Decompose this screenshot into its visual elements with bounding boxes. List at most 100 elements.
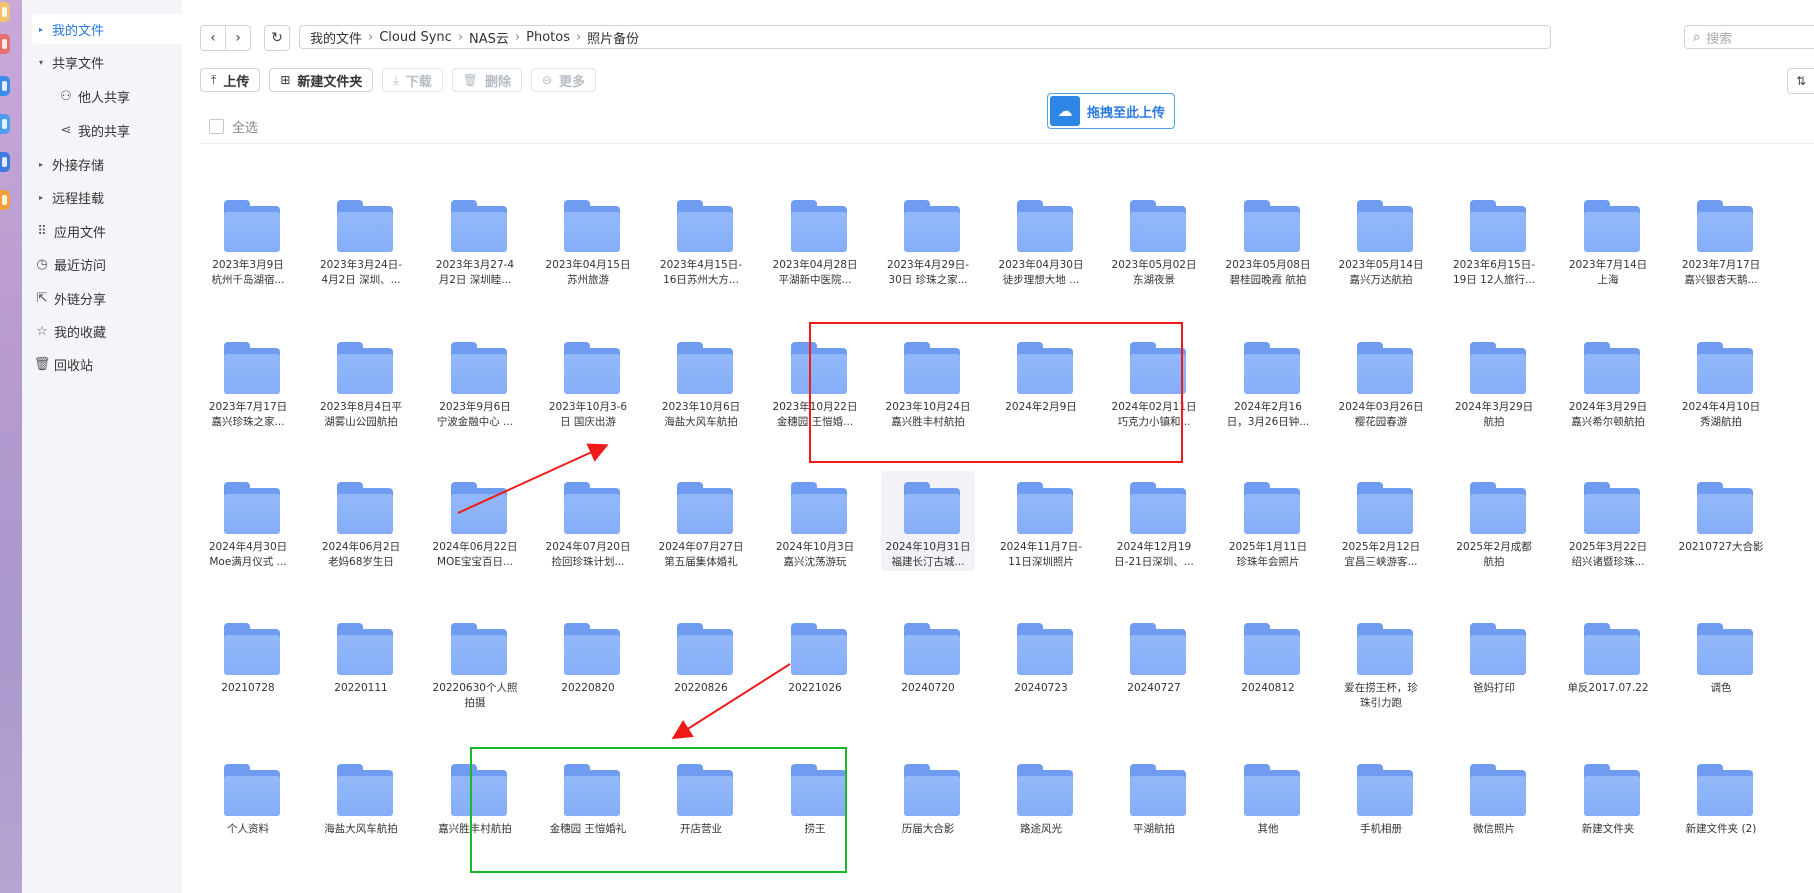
- folder-item[interactable]: 2024年4月10日 秀湖航拍: [1674, 331, 1768, 431]
- folder-item[interactable]: 2023年7月17日 嘉兴银杏天鹅...: [1674, 189, 1768, 289]
- folder-item[interactable]: 2025年1月11日 珍珠年会照片: [1221, 471, 1315, 571]
- folder-item[interactable]: 2025年2月12日 宜昌三峡游客...: [1334, 471, 1428, 571]
- folder-item[interactable]: 2023年04月28日 平湖新中医院...: [768, 189, 862, 289]
- folder-icon: [904, 200, 960, 252]
- folder-item[interactable]: 20220111: [314, 612, 408, 712]
- folder-item[interactable]: 爱在捞王杯，珍 珠引力跑: [1334, 612, 1428, 712]
- folder-item[interactable]: 2024年12月19 日-21日深圳、...: [1107, 471, 1201, 571]
- sidebar-item-label: 我的收藏: [54, 325, 107, 341]
- sidebar-item[interactable]: ▾ 共享文件: [32, 47, 196, 77]
- folder-item[interactable]: 平湖航拍: [1107, 753, 1201, 853]
- folder-item[interactable]: 2025年2月成都 航拍: [1447, 471, 1541, 571]
- folder-item[interactable]: 路途风光: [994, 753, 1088, 853]
- folder-item[interactable]: 20240723: [994, 612, 1088, 712]
- folder-item[interactable]: 2024年3月29日 嘉兴希尔顿航拍: [1561, 331, 1655, 431]
- sidebar-item[interactable]: ◷ 最近访问: [32, 249, 196, 279]
- folder-item[interactable]: 2023年3月27-4 月2日 深圳睦...: [428, 189, 522, 289]
- folder-icon: [451, 482, 507, 534]
- folder-item[interactable]: 2023年4月15日- 16日苏州大方...: [654, 189, 748, 289]
- folder-item[interactable]: 2023年7月14日 上海: [1561, 189, 1655, 289]
- dock-app-icon[interactable]: [0, 34, 10, 54]
- folder-name: 2023年4月29日- 30日 珍珠之家...: [886, 259, 970, 286]
- folder-name: 2023年7月14日 上海: [1568, 259, 1648, 286]
- folder-item[interactable]: 海盐大风车航拍: [314, 753, 408, 853]
- folder-name: 2024年10月31日 福建长汀古城...: [885, 541, 971, 568]
- folder-item[interactable]: 爸妈打印: [1447, 612, 1541, 712]
- folder-name: 2024年3月29日 嘉兴希尔顿航拍: [1568, 401, 1648, 428]
- folder-item[interactable]: 2023年8月4日平 湖雾山公园航拍: [314, 331, 408, 431]
- dock-app-icon[interactable]: [0, 114, 10, 134]
- folder-item[interactable]: 其他: [1221, 753, 1315, 853]
- sidebar-item[interactable]: ⇱ 外链分享: [32, 283, 196, 313]
- folder-item[interactable]: 2023年4月29日- 30日 珍珠之家...: [881, 189, 975, 289]
- folder-item[interactable]: 2023年7月17日 嘉兴珍珠之家...: [201, 331, 295, 431]
- folder-item[interactable]: 20240812: [1221, 612, 1315, 712]
- folder-icon: [224, 342, 280, 394]
- folder-name: 2023年3月24日- 4月2日 深圳、...: [319, 259, 403, 286]
- folder-item[interactable]: 2023年9月6日 宁波金融中心 ...: [428, 331, 522, 431]
- folder-item[interactable]: 20210727大合影: [1674, 471, 1768, 571]
- folder-name: 20220820: [561, 682, 615, 694]
- folder-item[interactable]: 20220826: [654, 612, 748, 712]
- folder-item[interactable]: 20240727: [1107, 612, 1201, 712]
- dock-app-icon[interactable]: [0, 152, 10, 172]
- dock-app-icon[interactable]: [0, 76, 10, 96]
- folder-item[interactable]: 2023年04月15日 苏州旅游: [541, 189, 635, 289]
- folder-item[interactable]: 2024年3月29日 航拍: [1447, 331, 1541, 431]
- star-icon: ☆: [36, 323, 48, 339]
- folder-name: 微信照片: [1473, 823, 1515, 835]
- desktop-dock: [0, 0, 22, 893]
- sidebar-item[interactable]: ⠿ 应用文件: [32, 216, 196, 246]
- folder-item[interactable]: 2025年3月22日 绍兴诸暨珍珠...: [1561, 471, 1655, 571]
- folder-icon: [1584, 342, 1640, 394]
- folder-item[interactable]: 手机相册: [1334, 753, 1428, 853]
- folder-item[interactable]: 2023年10月6日 海盐大风车航拍: [654, 331, 748, 431]
- folder-icon: [1130, 482, 1186, 534]
- sidebar-item[interactable]: ▸ 我的文件: [32, 14, 196, 44]
- folder-item[interactable]: 20220630个人照 拍摄: [428, 612, 522, 712]
- folder-name: 2023年6月15日- 19日 12人旅行...: [1452, 259, 1536, 286]
- folder-item[interactable]: 2023年6月15日- 19日 12人旅行...: [1447, 189, 1541, 289]
- sidebar-item[interactable]: ☆ 我的收藏: [32, 316, 196, 346]
- folder-name: 2023年3月9日 杭州千岛湖宿...: [211, 259, 285, 286]
- folder-icon: [791, 623, 847, 675]
- folder-item[interactable]: 单反2017.07.22: [1561, 612, 1655, 712]
- folder-item[interactable]: 2023年05月02日 东湖夜景: [1107, 189, 1201, 289]
- folder-icon: [1697, 200, 1753, 252]
- folder-item[interactable]: 2023年05月08日 碧桂园晚霞 航拍: [1221, 189, 1315, 289]
- folder-item[interactable]: 新建文件夹: [1561, 753, 1655, 853]
- folder-item[interactable]: 2024年10月3日 嘉兴沈荡游玩: [768, 471, 862, 571]
- folder-item[interactable]: 2024年03月26日 樱花园春游: [1334, 331, 1428, 431]
- folder-item[interactable]: 2023年3月9日 杭州千岛湖宿...: [201, 189, 295, 289]
- folder-item[interactable]: 2024年06月2日 老妈68岁生日: [314, 471, 408, 571]
- sidebar-item-label: 外链分享: [54, 292, 107, 308]
- folder-item[interactable]: 微信照片: [1447, 753, 1541, 853]
- folder-item[interactable]: 20210728: [201, 612, 295, 712]
- folder-item[interactable]: 2023年10月3-6 日 国庆出游: [541, 331, 635, 431]
- folder-item[interactable]: 2024年07月20日 捡回珍珠计划...: [541, 471, 635, 571]
- sidebar-item[interactable]: 🗑 回收站: [32, 349, 196, 379]
- folder-name: 20220826: [674, 682, 728, 694]
- folder-item[interactable]: 2024年11月7日- 11日深圳照片: [994, 471, 1088, 571]
- folder-name: 2023年4月15日- 16日苏州大方...: [659, 259, 743, 286]
- dock-app-icon[interactable]: [0, 2, 10, 22]
- folder-name: 20240812: [1241, 682, 1295, 694]
- folder-item[interactable]: 调色: [1674, 612, 1768, 712]
- folder-item[interactable]: 20240720: [881, 612, 975, 712]
- folder-item[interactable]: 新建文件夹 (2): [1674, 753, 1768, 853]
- folder-item[interactable]: 20221026: [768, 612, 862, 712]
- folder-item[interactable]: 2024年06月22日 MOE宝宝百日...: [428, 471, 522, 571]
- folder-item[interactable]: 2024年10月31日 福建长汀古城...: [881, 471, 975, 571]
- folder-item[interactable]: 历届大合影: [881, 753, 975, 853]
- folder-item[interactable]: 2023年04月30日 徒步理想大地 ...: [994, 189, 1088, 289]
- sidebar-item[interactable]: ▸ 远程挂载: [32, 182, 196, 212]
- dock-app-icon[interactable]: [0, 190, 10, 210]
- folder-item[interactable]: 20220820: [541, 612, 635, 712]
- folder-item[interactable]: 2023年3月24日- 4月2日 深圳、...: [314, 189, 408, 289]
- sidebar-item[interactable]: ▸ 外接存储: [32, 149, 196, 179]
- folder-item[interactable]: 2024年07月27日 第五届集体婚礼: [654, 471, 748, 571]
- folder-item[interactable]: 2024年4月30日 Moe满月仪式 ...: [201, 471, 295, 571]
- folder-item[interactable]: 个人资料: [201, 753, 295, 853]
- folder-item[interactable]: 2023年05月14日 嘉兴万达航拍: [1334, 189, 1428, 289]
- folder-item[interactable]: 2024年2月16 日，3月26日钟...: [1221, 331, 1315, 431]
